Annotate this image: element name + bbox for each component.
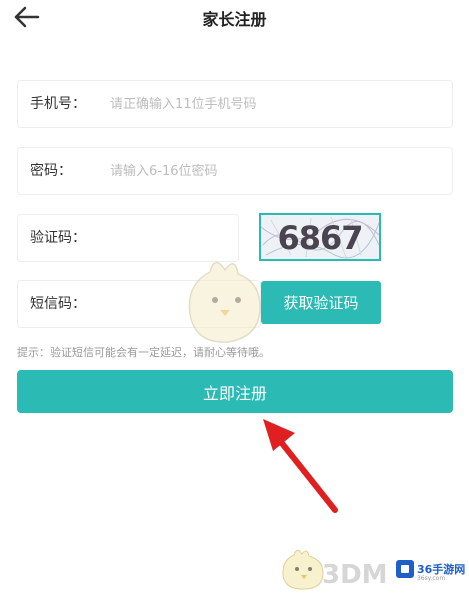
captcha-label: 验证码： (30, 230, 86, 246)
logo-36sy: 36手游网 36sy.com (396, 558, 465, 584)
captcha-code-text: 6867 (277, 219, 363, 257)
watermark-3dm: 3DM (322, 560, 388, 590)
sms-label: 短信码： (30, 296, 86, 312)
password-row: 密码： (17, 147, 453, 195)
header-bar: 家长注册 (0, 0, 469, 40)
mascot-watermark-icon (188, 261, 261, 343)
password-input[interactable] (110, 148, 440, 194)
register-button[interactable]: 立即注册 (17, 370, 453, 413)
password-label: 密码： (30, 163, 72, 179)
red-arrow-icon (263, 419, 338, 513)
phone-row: 手机号： (17, 80, 453, 128)
logo-36sy-subtext: 36sy.com (417, 575, 446, 582)
phone-label: 手机号： (30, 96, 86, 112)
logo-36sy-icon (396, 560, 414, 578)
captcha-image[interactable]: 6867 (259, 213, 381, 261)
get-sms-code-button[interactable]: 获取验证码 (261, 281, 381, 324)
page-title: 家长注册 (202, 10, 267, 29)
phone-input[interactable] (110, 81, 440, 127)
mascot-small-icon (282, 549, 324, 590)
